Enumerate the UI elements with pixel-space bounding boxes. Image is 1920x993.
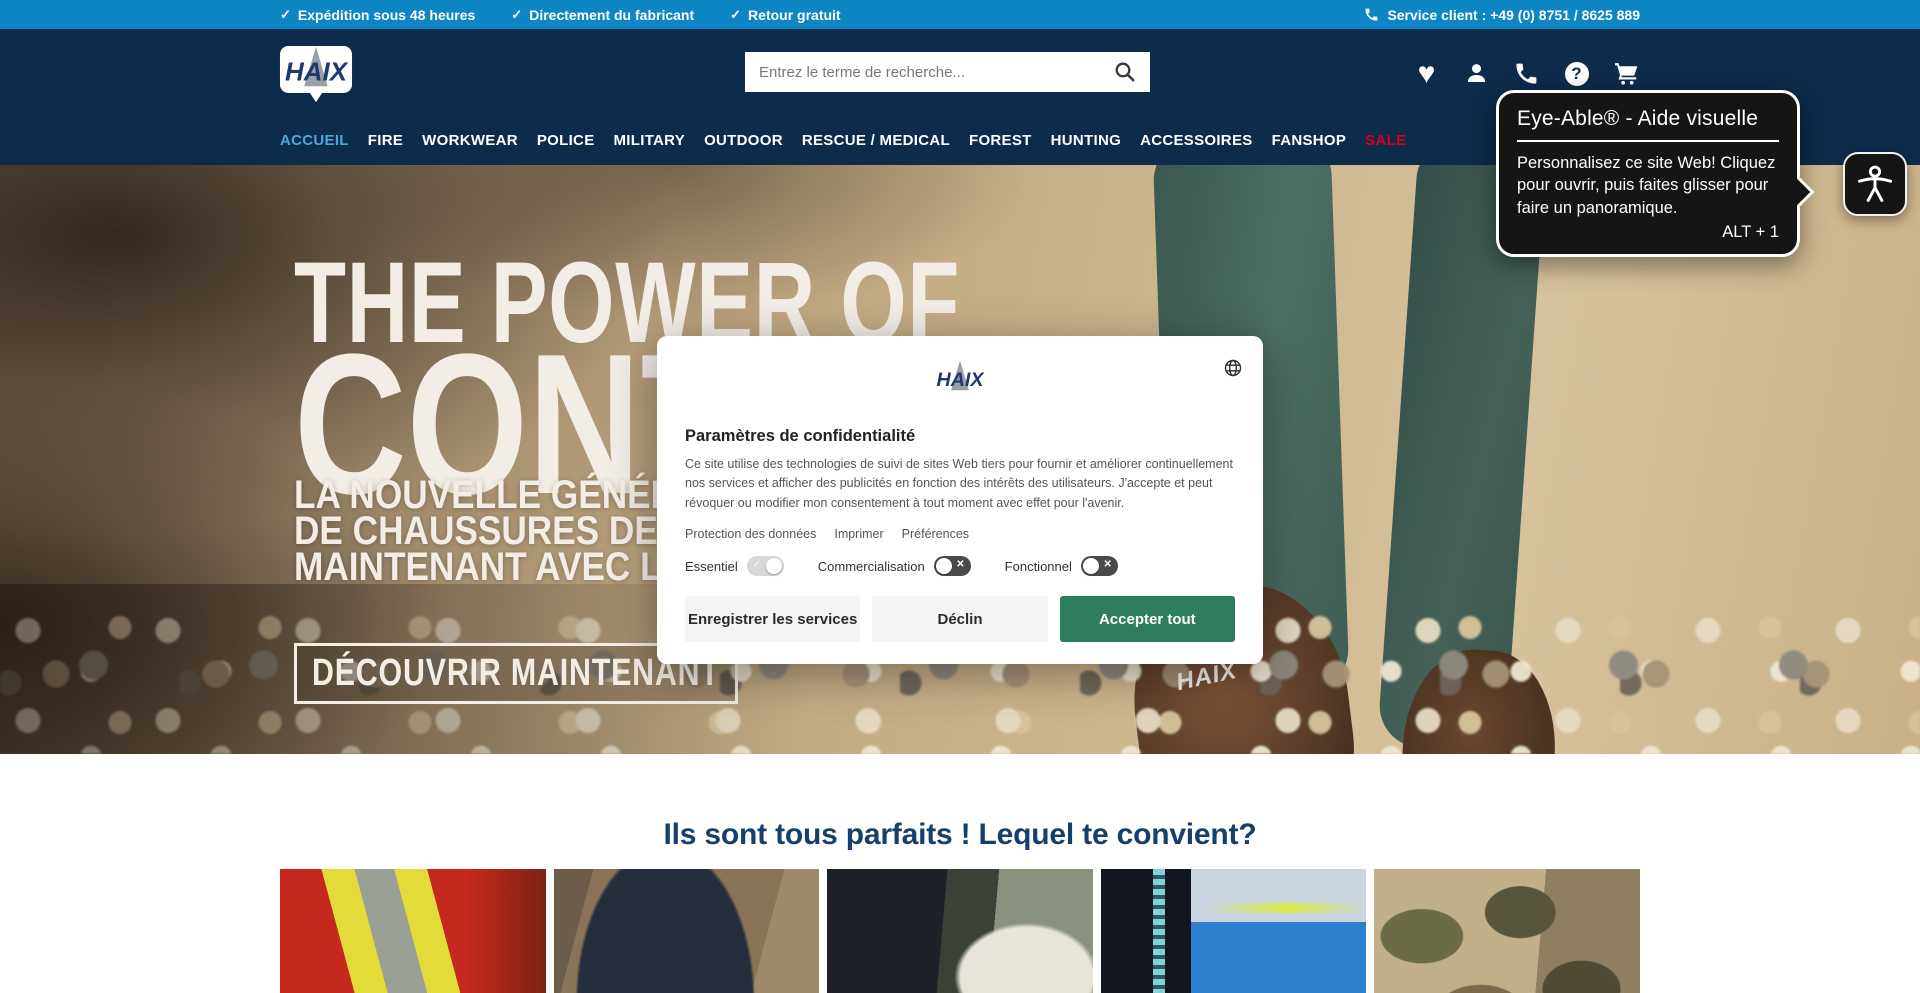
- accept-all-button[interactable]: Accepter tout: [1060, 596, 1235, 642]
- nav-police[interactable]: POLICE: [537, 132, 595, 149]
- essential-toggle[interactable]: ✓: [747, 556, 784, 576]
- service-phone-label: Service client : +49 (0) 8751 / 8625 889: [1387, 7, 1640, 23]
- preferences-link[interactable]: Préférences: [902, 527, 969, 541]
- photo-flash: [1207, 903, 1366, 913]
- nav-fire[interactable]: FIRE: [368, 132, 403, 149]
- nav-accueil[interactable]: ACCUEIL: [280, 132, 349, 149]
- usp-label: Directement du fabricant: [529, 7, 694, 23]
- category-card-police[interactable]: POLI: [1101, 869, 1367, 993]
- nav-military[interactable]: MILITARY: [614, 132, 686, 149]
- check-icon: ✓: [753, 559, 761, 570]
- contact-button[interactable]: [1513, 60, 1540, 87]
- check-icon: ✓: [511, 7, 522, 23]
- eye-able-shortcut: ALT + 1: [1517, 223, 1779, 242]
- nav-accessoires[interactable]: ACCESSOIRES: [1140, 132, 1253, 149]
- search-icon: [1113, 60, 1137, 84]
- language-selector-button[interactable]: [1223, 358, 1243, 381]
- check-icon: ✓: [730, 7, 741, 23]
- haix-logo[interactable]: HAIX: [278, 41, 354, 103]
- usp-shipping: ✓ Expédition sous 48 heures: [280, 7, 475, 23]
- help-button[interactable]: ?: [1563, 60, 1590, 87]
- nav-rescue-medical[interactable]: RESCUE / MEDICAL: [802, 132, 950, 149]
- toggle-label-functional: Fonctionnel: [1005, 559, 1072, 574]
- service-phone[interactable]: Service client : +49 (0) 8751 / 8625 889: [1364, 7, 1640, 23]
- functional-toggle[interactable]: ✕: [1081, 556, 1118, 576]
- privacy-consent-dialog: HAIX Paramètres de confidentialité Ce si…: [657, 336, 1263, 664]
- toggle-knob: [766, 558, 782, 574]
- search-bar: [745, 52, 1150, 92]
- nav-fanshop[interactable]: FANSHOP: [1272, 132, 1347, 149]
- usp-manufacturer: ✓ Directement du fabricant: [511, 7, 694, 23]
- cart-icon: [1614, 61, 1639, 86]
- privacy-description: Ce site utilise des technologies de suiv…: [685, 455, 1235, 513]
- category-card-military[interactable]: [1374, 869, 1640, 993]
- toggle-knob: [1083, 558, 1099, 574]
- usp-returns: ✓ Retour gratuit: [730, 7, 840, 23]
- nav-sale[interactable]: SALE: [1365, 132, 1406, 149]
- x-icon: ✕: [1104, 559, 1112, 570]
- marketing-toggle[interactable]: ✕: [934, 556, 971, 576]
- user-icon: [1464, 61, 1489, 86]
- tooltip-divider: [1517, 140, 1779, 142]
- phone-icon: [1364, 7, 1379, 22]
- cart-button[interactable]: [1613, 60, 1640, 87]
- question-icon: ?: [1565, 62, 1589, 86]
- haix-logo: HAIX: [931, 356, 989, 403]
- toggle-knob: [936, 558, 952, 574]
- main-nav: ACCUEIL FIRE WORKWEAR POLICE MILITARY OU…: [280, 132, 1406, 149]
- wishlist-button[interactable]: ♥: [1413, 60, 1440, 87]
- toggle-label-essential: Essentiel: [685, 559, 738, 574]
- svg-text:HAIX: HAIX: [285, 56, 349, 86]
- nav-forest[interactable]: FOREST: [969, 132, 1032, 149]
- decline-button[interactable]: Déclin: [872, 596, 1047, 642]
- heart-icon: ♥: [1418, 60, 1436, 87]
- imprint-link[interactable]: Imprimer: [834, 527, 883, 541]
- privacy-heading: Paramètres de confidentialité: [685, 427, 1235, 446]
- accessibility-person-icon: [1853, 162, 1897, 206]
- search-button[interactable]: [1110, 57, 1140, 87]
- eye-able-description: Personnalisez ce site Web! Cliquez pour …: [1517, 152, 1779, 219]
- hero-subtitle: LA NOUVELLE GÉNÉRA DE CHAUSSURES DE T MA…: [294, 477, 701, 585]
- category-card-outdoor[interactable]: HAIX: [827, 869, 1093, 993]
- nav-workwear[interactable]: WORKWEAR: [422, 132, 518, 149]
- phone-icon: [1514, 61, 1539, 86]
- eye-able-title: Eye-Able® - Aide visuelle: [1517, 107, 1779, 131]
- photo-strap: [1101, 869, 1191, 993]
- category-section: Ils sont tous parfaits ! Lequel te convi…: [0, 754, 1920, 993]
- topbar: ✓ Expédition sous 48 heures ✓ Directemen…: [0, 0, 1920, 29]
- save-services-button[interactable]: Enregistrer les services: [685, 596, 860, 642]
- usp-label: Expédition sous 48 heures: [298, 7, 475, 23]
- privacy-policy-link[interactable]: Protection des données: [685, 527, 816, 541]
- accessibility-widget-button[interactable]: [1843, 152, 1907, 216]
- search-input[interactable]: [759, 64, 1110, 81]
- nav-outdoor[interactable]: OUTDOOR: [704, 132, 783, 149]
- account-button[interactable]: [1463, 60, 1490, 87]
- nav-hunting[interactable]: HUNTING: [1051, 132, 1121, 149]
- category-card-workwear[interactable]: [554, 869, 820, 993]
- check-icon: ✓: [280, 7, 291, 23]
- section-heading: Ils sont tous parfaits ! Lequel te convi…: [0, 754, 1920, 852]
- category-card-fire[interactable]: [280, 869, 546, 993]
- x-icon: ✕: [956, 559, 964, 570]
- svg-text:HAIX: HAIX: [937, 369, 986, 391]
- toggle-label-marketing: Commercialisation: [818, 559, 925, 574]
- usp-label: Retour gratuit: [748, 7, 841, 23]
- eye-able-tooltip: Eye-Able® - Aide visuelle Personnalisez …: [1496, 90, 1800, 257]
- globe-icon: [1223, 358, 1243, 378]
